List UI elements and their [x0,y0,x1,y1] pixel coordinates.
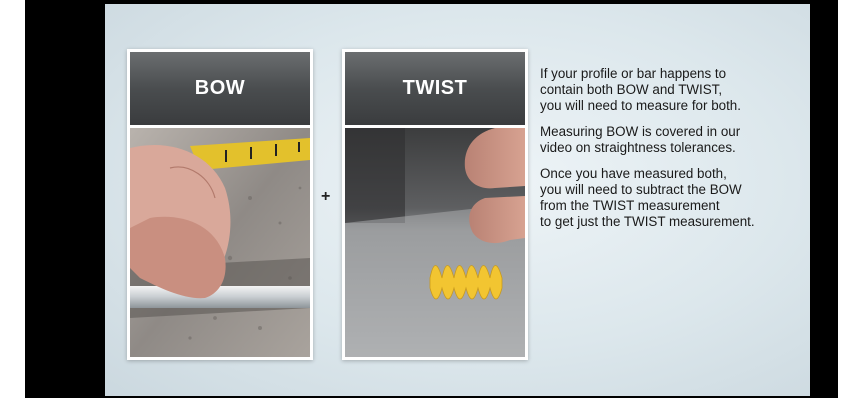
presentation-slide: BOW + TWIST If your profile or bar happe… [105,4,810,396]
twist-measurement-photo [345,128,525,357]
instruction-text: If your profile or bar happens to contai… [540,66,800,240]
plus-sign: + [321,188,331,205]
bow-measurement-photo [130,128,310,357]
video-frame: BOW + TWIST If your profile or bar happe… [25,0,838,398]
twist-card: TWIST [342,49,528,360]
twist-card-title: TWIST [402,77,468,99]
instruction-paragraph-1: If your profile or bar happens to contai… [540,66,741,113]
twist-card-header: TWIST [345,52,525,125]
instruction-paragraph-3: Once you have measured both, you will ne… [540,166,755,229]
bow-card-header: BOW [130,52,310,125]
bow-card-title: BOW [194,77,246,99]
instruction-paragraph-2: Measuring BOW is covered in our video on… [540,124,741,155]
bow-card: BOW [127,49,313,360]
